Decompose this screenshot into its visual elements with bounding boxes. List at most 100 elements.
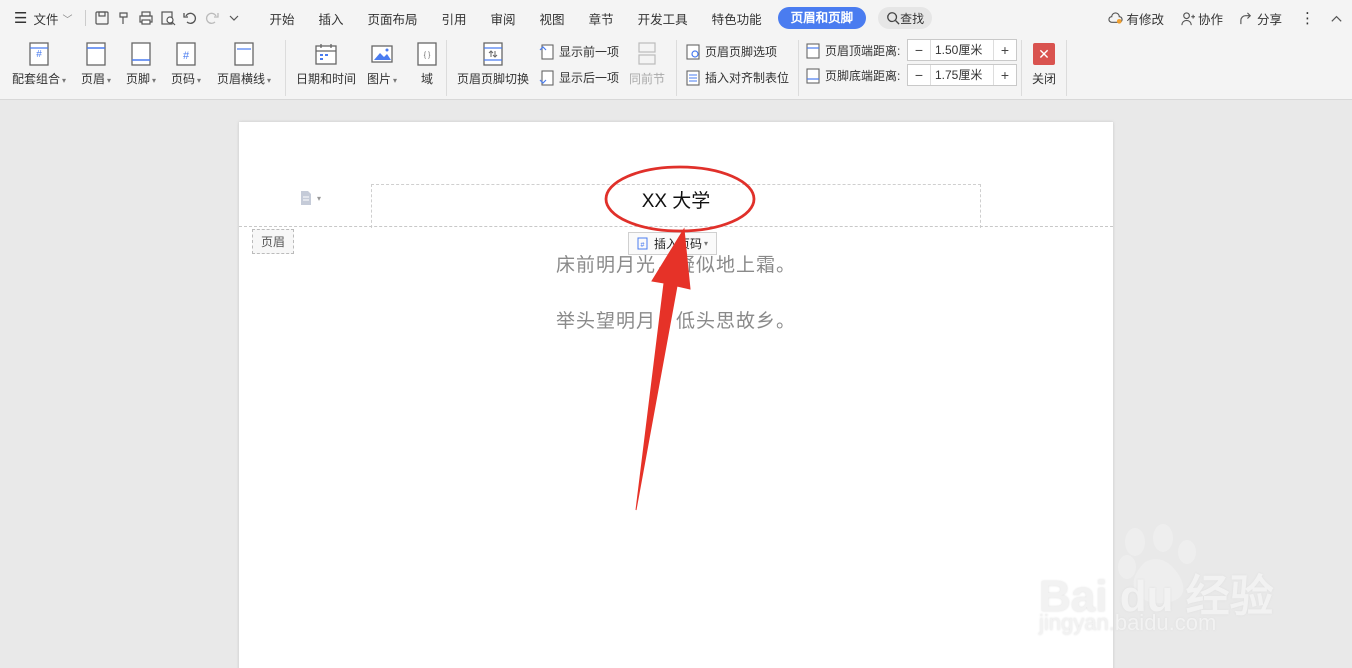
ribbon: # 配套组合 ▾ 页眉 ▾ 页脚 ▾ # 页码 ▾ 页眉横线 ▾ 日期和时间 图片 ▾ { … [0, 36, 1352, 100]
customize-icon[interactable] [223, 7, 245, 29]
increment-button[interactable]: + [994, 40, 1016, 60]
same-as-previous-label: 同前节 [629, 72, 666, 86]
align-tab-icon [685, 69, 701, 86]
tab-header-footer[interactable]: 页眉和页脚 [777, 7, 867, 29]
field-label: 域 [420, 72, 433, 86]
footer-icon [127, 40, 155, 68]
divider [798, 40, 799, 96]
svg-text:{ }: { } [424, 52, 431, 59]
chevron-down-icon: ﹀ [62, 14, 73, 26]
svg-text:#: # [183, 50, 190, 62]
switch-label: 页眉页脚切换 [457, 72, 530, 86]
more-menu-icon[interactable]: ⋮ [1290, 9, 1325, 27]
redo-icon[interactable] [201, 7, 223, 29]
page-number-label: 页码 [171, 72, 196, 86]
tab-references[interactable]: 引用 [430, 9, 479, 28]
insert-page-number-label: 插入页码 [654, 237, 703, 251]
undo-icon[interactable] [179, 7, 201, 29]
tab-insert[interactable]: 插入 [306, 9, 355, 28]
header-distance-icon [805, 42, 821, 59]
header-top-distance-stepper[interactable]: − 1.50厘米 + [907, 39, 1017, 61]
divider [285, 40, 286, 96]
picture-icon [368, 40, 396, 68]
footer-bottom-distance-value[interactable]: 1.75厘米 [930, 65, 994, 85]
same-as-previous-button[interactable]: 同前节 [629, 40, 665, 87]
show-previous-label: 显示前一项 [559, 45, 620, 59]
combo-button[interactable]: # 配套组合 ▾ [12, 40, 66, 87]
ribbon-tabs: 开始 插入 页面布局 引用 审阅 视图 章节 开发工具 特色功能 页眉和页脚 查… [257, 7, 933, 29]
tab-home[interactable]: 开始 [257, 9, 306, 28]
header-footer-options-button[interactable]: 页眉页脚选项 [685, 43, 777, 60]
options-label: 页眉页脚选项 [705, 45, 778, 59]
save-icon[interactable] [91, 7, 113, 29]
tab-features[interactable]: 特色功能 [700, 9, 774, 28]
menu-bar: ☰ 文件 ﹀ 开始 插入 页面布局 引用 审阅 视图 章节 开发工具 特色功能 … [0, 0, 1352, 36]
search-button[interactable]: 查找 [878, 7, 933, 29]
picture-label: 图片 [367, 72, 392, 86]
divider [446, 40, 447, 96]
template-icon: # [25, 40, 53, 68]
header-footer-switch-button[interactable]: 页眉页脚切换 [457, 40, 529, 87]
tab-sections[interactable]: 章节 [577, 9, 626, 28]
svg-text:#: # [36, 49, 42, 60]
field-button[interactable]: { } 域 [413, 40, 441, 87]
header-button[interactable]: 页眉 ▾ [81, 40, 111, 87]
header-top-distance-label: 页眉顶端距离: [805, 42, 900, 59]
tab-developer[interactable]: 开发工具 [626, 9, 700, 28]
user-icon [1181, 11, 1195, 25]
share-button[interactable]: 分享 [1231, 9, 1290, 28]
cloud-icon [1108, 11, 1124, 24]
header-line-button[interactable]: 页眉横线 ▾ [217, 40, 271, 87]
print-preview-icon[interactable] [157, 7, 179, 29]
show-next-button[interactable]: 显示后一项 [539, 69, 619, 86]
modified-label: 有修改 [1126, 12, 1164, 27]
close-header-footer-button[interactable]: ✕ 关闭 [1030, 40, 1058, 87]
datetime-button[interactable]: 日期和时间 [296, 40, 356, 87]
show-previous-button[interactable]: 显示前一项 [539, 43, 619, 60]
picture-button[interactable]: 图片 ▾ [367, 40, 397, 87]
share-icon [1240, 11, 1252, 24]
format-painter-icon[interactable] [113, 7, 135, 29]
svg-text:#: # [641, 242, 645, 249]
footer-bottom-distance-label: 页脚底端距离: [805, 67, 900, 84]
collapse-ribbon-icon[interactable] [1325, 11, 1352, 26]
tab-view[interactable]: 视图 [528, 9, 577, 28]
footer-button[interactable]: 页脚 ▾ [126, 40, 156, 87]
divider [1066, 40, 1067, 96]
modified-button[interactable]: 有修改 [1100, 9, 1172, 28]
header-icon [82, 40, 110, 68]
document-page: ▾ XX 大学 页眉 床前明月光，疑似地上霜。 举头望明月，低头思故乡。 # 插… [239, 122, 1113, 668]
baidu-watermark: Bai du 经验 jingyan.baidu.com [1035, 522, 1295, 642]
footer-distance-icon [805, 67, 821, 84]
header-top-label: 页眉顶端距离: [825, 44, 901, 58]
page-number-button[interactable]: # 页码 ▾ [171, 40, 201, 87]
header-top-distance-value[interactable]: 1.50厘米 [930, 40, 994, 60]
page-number-icon: # [172, 40, 200, 68]
collaborate-button[interactable]: 协作 [1172, 9, 1231, 28]
watermark-url: jingyan.baidu.com [1039, 610, 1217, 635]
increment-button[interactable]: + [994, 65, 1016, 85]
header-text[interactable]: XX 大学 [239, 186, 1113, 213]
tab-review[interactable]: 审阅 [479, 9, 528, 28]
close-label: 关闭 [1031, 72, 1056, 86]
header-line-label: 页眉横线 [217, 72, 266, 86]
header-line-icon [230, 40, 258, 68]
header-label: 页眉 [81, 72, 106, 86]
search-icon [887, 12, 900, 25]
combo-label: 配套组合 [12, 72, 61, 86]
insert-page-number-button[interactable]: # 插入页码 ▾ [628, 232, 718, 255]
tab-page-layout[interactable]: 页面布局 [356, 9, 430, 28]
share-label: 分享 [1256, 12, 1282, 27]
decrement-button[interactable]: − [908, 65, 930, 85]
body-line-2[interactable]: 举头望明月，低头思故乡。 [239, 306, 1113, 333]
print-icon[interactable] [135, 7, 157, 29]
file-menu-label: 文件 [33, 12, 59, 27]
show-next-label: 显示后一项 [559, 71, 620, 85]
footer-bottom-distance-stepper[interactable]: − 1.75厘米 + [907, 64, 1017, 86]
footer-label: 页脚 [126, 72, 151, 86]
collaborate-label: 协作 [1197, 12, 1223, 27]
insert-align-tab-button[interactable]: 插入对齐制表位 [685, 69, 789, 86]
file-menu[interactable]: ☰ 文件 ﹀ [0, 0, 80, 36]
close-icon: ✕ [1030, 40, 1058, 68]
decrement-button[interactable]: − [908, 40, 930, 60]
